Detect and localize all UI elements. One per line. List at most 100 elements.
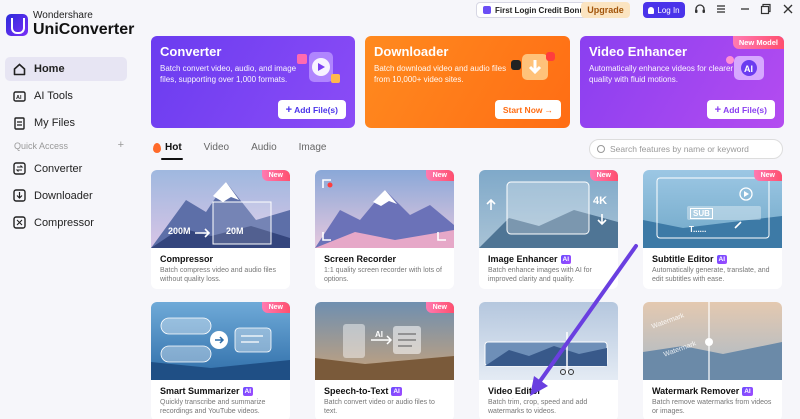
downloader-art-icon <box>511 52 555 80</box>
speech-to-text-thumbnail: AI <box>315 302 454 380</box>
card-image-enhancer[interactable]: New 4K Image Enhancer AI Batch enhance im… <box>479 170 618 289</box>
ai-badge: AI <box>742 386 753 396</box>
fire-icon <box>153 142 161 153</box>
compressor-icon <box>13 216 26 229</box>
active-tab-indicator <box>161 158 183 160</box>
resolution-label: 4K <box>593 195 608 207</box>
sidebar-item-home[interactable]: Home <box>5 57 127 81</box>
card-title: Image Enhancer AI <box>479 248 618 264</box>
plus-icon: + <box>285 103 293 116</box>
video-enhancer-art-icon: AI <box>726 56 764 80</box>
sidebar-item-label: Converter <box>34 162 83 175</box>
new-badge: New <box>589 170 618 181</box>
video-editor-thumbnail <box>479 302 618 380</box>
my-files-icon <box>14 116 25 130</box>
card-title: Smart Summarizer AI <box>151 380 290 396</box>
subtitle-editor-thumbnail: SUB T...... <box>643 170 782 248</box>
menu-icon[interactable] <box>714 2 728 16</box>
smart-summarizer-thumbnail <box>151 302 290 380</box>
quick-access-add-button[interactable]: + <box>118 140 124 151</box>
new-badge: New <box>753 170 782 181</box>
card-title-text: Watermark Remover <box>652 386 740 396</box>
card-subtitle-editor[interactable]: New SUB T...... Subtitle Editor AI Automa… <box>643 170 782 289</box>
card-title-text: Subtitle Editor <box>652 254 714 264</box>
feature-search-box[interactable] <box>589 139 783 159</box>
button-label: Add File(s) <box>294 104 338 115</box>
new-badge: New <box>261 170 290 181</box>
subtitle-tag-label: SUB <box>690 208 713 219</box>
video-enhancer-add-files-button[interactable]: + Add File(s) <box>706 100 775 119</box>
card-title: Speech-to-Text AI <box>315 380 454 396</box>
quick-access-nav: Converter Downloader Compressor <box>5 156 127 237</box>
hero-description: Batch convert video, audio, and image fi… <box>160 64 297 84</box>
card-title: Subtitle Editor AI <box>643 248 782 264</box>
svg-text:AI: AI <box>16 95 22 101</box>
user-icon <box>648 6 655 14</box>
watermark-remover-thumbnail: Watermark Watermark <box>643 302 782 380</box>
search-icon <box>597 145 605 153</box>
card-watermark-remover[interactable]: Watermark Watermark Watermark Remover AI … <box>643 302 782 419</box>
sidebar: Wondershare UniConverter Home AI AI Tool… <box>0 0 135 419</box>
converter-art-icon <box>297 52 340 83</box>
card-title: Compressor <box>151 248 290 264</box>
downloader-icon <box>13 189 26 202</box>
card-speech-to-text[interactable]: New AI Speech-to-Text AI Batch convert vi… <box>315 302 454 419</box>
close-icon[interactable] <box>781 2 795 16</box>
compressed-size-label: 20M <box>226 226 244 236</box>
upgrade-button[interactable]: Upgrade <box>581 2 630 18</box>
sidebar-item-downloader[interactable]: Downloader <box>5 183 127 208</box>
sidebar-item-converter[interactable]: Converter <box>5 156 127 181</box>
compressor-thumbnail: 200M 20M <box>151 170 290 248</box>
minimize-icon[interactable] <box>738 2 752 16</box>
downloader-hero-card[interactable]: Downloader Batch download video and audi… <box>365 36 570 128</box>
card-description: Batch trim, crop, speed and add watermar… <box>488 399 588 415</box>
converter-icon <box>13 162 26 175</box>
sidebar-item-label: AI Tools <box>34 90 73 102</box>
search-input[interactable] <box>610 144 780 154</box>
maximize-icon[interactable] <box>759 2 773 16</box>
card-title-text: Speech-to-Text <box>324 386 389 396</box>
ai-badge: AI <box>716 254 727 264</box>
card-compressor[interactable]: New 200M 20M Compressor Batch compress v… <box>151 170 290 289</box>
app-brand: Wondershare <box>33 10 93 21</box>
subtitle-text-label: T...... <box>689 225 707 234</box>
tab-video[interactable]: Video <box>204 142 229 153</box>
ai-badge: AI <box>242 386 254 396</box>
sidebar-item-my-files[interactable]: My Files <box>5 111 127 135</box>
card-video-editor[interactable]: Video Editor Batch trim, crop, speed and… <box>479 302 618 419</box>
tab-hot[interactable]: Hot <box>153 142 182 153</box>
tab-image[interactable]: Image <box>299 142 327 153</box>
main-nav: Home AI AI Tools My Files <box>5 57 127 138</box>
ai-badge: AI <box>391 386 402 396</box>
card-screen-recorder[interactable]: New Screen Recorder 1:1 quality screen r… <box>315 170 454 289</box>
downloader-start-now-button[interactable]: Start Now → <box>494 100 561 119</box>
video-enhancer-hero-card[interactable]: New Model Video Enhancer Automatically e… <box>580 36 784 128</box>
app-name: UniConverter <box>33 21 135 38</box>
button-label: Add File(s) <box>723 104 767 115</box>
card-description: 1:1 quality screen recorder with lots of… <box>324 267 442 283</box>
button-label: Start Now <box>502 104 543 115</box>
card-title-text: Smart Summarizer <box>160 386 240 396</box>
new-badge: New <box>425 170 454 181</box>
converter-add-files-button[interactable]: + Add File(s) <box>277 100 346 119</box>
tab-audio[interactable]: Audio <box>251 142 277 153</box>
svg-text:AI: AI <box>744 64 753 74</box>
quick-access-header: Quick Access + <box>14 140 124 152</box>
card-title: Video Editor <box>479 380 618 396</box>
credit-bonus-button[interactable]: First Login Credit Bonus <box>476 2 596 18</box>
converter-hero-card[interactable]: Converter Batch convert video, audio, an… <box>151 36 355 128</box>
sidebar-item-label: Home <box>34 63 65 75</box>
card-smart-summarizer[interactable]: New Smart Summarizer AI Quickly transcrib… <box>151 302 290 419</box>
sidebar-item-ai-tools[interactable]: AI AI Tools <box>5 84 127 108</box>
card-title-text: Compressor <box>160 254 214 264</box>
sidebar-item-label: Downloader <box>34 189 93 202</box>
sidebar-item-compressor[interactable]: Compressor <box>5 210 127 235</box>
card-description: Batch compress video and audio files wit… <box>160 267 276 283</box>
screen-recorder-thumbnail <box>315 170 454 248</box>
uniconverter-logo-icon <box>6 13 28 36</box>
login-label: Log In <box>657 5 680 15</box>
feature-tabs: Hot Video Audio Image <box>153 142 348 153</box>
arrow-right-icon: → <box>544 104 554 115</box>
headset-icon[interactable] <box>693 2 707 16</box>
login-button[interactable]: Log In <box>643 2 685 18</box>
